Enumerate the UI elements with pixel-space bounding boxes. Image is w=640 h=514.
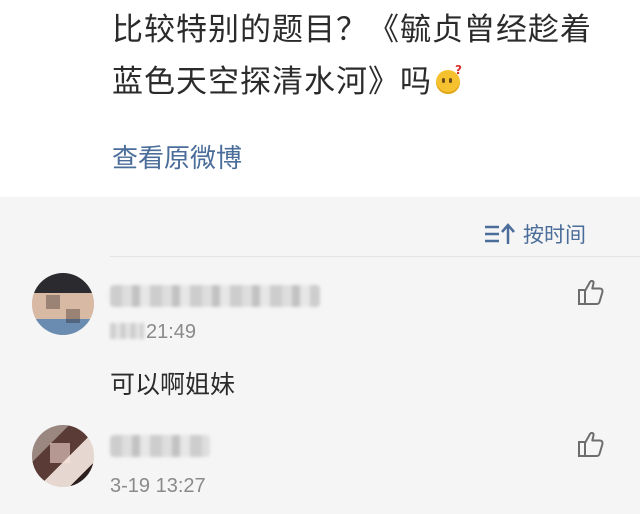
- comment-item: 3-19 13:27: [0, 425, 640, 514]
- thumbs-up-icon[interactable]: [576, 429, 606, 459]
- comments-section: 按时间 21:49 可以啊姐妹 3-19 13:27: [0, 197, 640, 514]
- comment-time: 21:49: [110, 321, 196, 344]
- username-blurred[interactable]: [110, 285, 320, 307]
- time-date-blurred: [110, 323, 144, 339]
- comment-time-text: 21:49: [146, 321, 197, 343]
- post-content: 比较特别的题目？《毓贞曾经趁着 蓝色天空探清水河》吗? 查看原微博: [0, 0, 640, 197]
- comment-time: 3-19 13:27: [110, 475, 206, 497]
- comment-item: 21:49 可以啊姐妹: [0, 273, 640, 403]
- thumbs-up-icon[interactable]: [576, 277, 606, 307]
- sort-by-time-button[interactable]: 按时间: [483, 217, 586, 251]
- post-text-line-2: 蓝色天空探清水河》吗?: [112, 56, 632, 108]
- username-blurred[interactable]: [110, 435, 210, 457]
- comment-text: 可以啊姐妹: [110, 370, 236, 399]
- sort-icon: [485, 223, 515, 244]
- view-original-weibo-link[interactable]: 查看原微博: [112, 138, 242, 175]
- avatar[interactable]: [32, 273, 94, 335]
- sort-label: 按时间: [523, 223, 586, 247]
- thinking-face-emoji-icon: ?: [436, 64, 462, 94]
- post-text-line-2-text: 蓝色天空探清水河》吗: [112, 64, 432, 100]
- weibo-comment-page: 比较特别的题目？《毓贞曾经趁着 蓝色天空探清水河》吗? 查看原微博 按时间 21…: [0, 0, 640, 514]
- post-text: 比较特别的题目？《毓贞曾经趁着 蓝色天空探清水河》吗?: [112, 4, 632, 108]
- post-text-line-1: 比较特别的题目？《毓贞曾经趁着: [112, 12, 592, 48]
- divider: [110, 256, 640, 257]
- avatar[interactable]: [32, 425, 94, 487]
